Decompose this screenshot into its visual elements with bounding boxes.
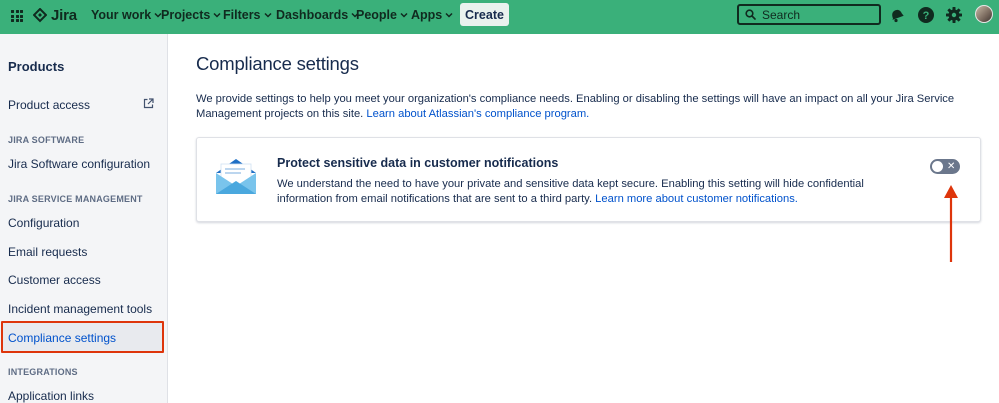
sidebar-item-configuration[interactable]: Configuration [8,216,79,230]
search-box[interactable] [737,4,881,25]
svg-text:?: ? [923,10,930,22]
sidebar-item-incident-management-tools[interactable]: Incident management tools [8,302,152,316]
setting-description: We understand the need to have your priv… [277,177,897,207]
nav-label: Apps [411,8,443,22]
sidebar-item-label: Compliance settings [8,331,117,345]
setting-card: Protect sensitive data in customer notif… [196,137,981,222]
page-title: Compliance settings [196,53,359,74]
sidebar-heading: Products [8,59,65,74]
chevron-down-icon [263,12,272,18]
compliance-program-link[interactable]: Learn about Atlassian's compliance progr… [366,108,589,120]
nav-label: Your work [91,8,152,22]
settings-icon[interactable] [945,6,963,24]
sidebar-item-compliance-settings[interactable]: Compliance settings [1,321,164,353]
sidebar-item-customer-access[interactable]: Customer access [8,273,101,287]
notification-icon[interactable] [888,6,906,24]
chevron-down-icon [213,12,221,18]
search-icon [745,9,756,20]
nav-label: Projects [161,8,211,22]
sidebar: Products Product access JIRA SOFTWARE Ji… [0,34,168,403]
nav-projects[interactable]: Projects [161,8,221,22]
section-jira-service-management: JIRA SERVICE MANAGEMENT [8,194,143,204]
nav-filters[interactable]: Filters [223,8,272,22]
nav-label: People [356,8,397,22]
toggle-off-icon: ✕ [947,161,956,172]
intro-paragraph: We provide settings to help you meet you… [196,92,986,122]
search-input[interactable] [762,7,862,22]
nav-people[interactable]: People [356,8,408,22]
app-switcher-icon[interactable] [11,10,23,22]
logo-text: Jira [51,7,77,24]
chevron-down-icon [400,12,408,18]
top-navigation: Jira Your work Projects Filters Dashboar… [0,0,999,34]
nav-label: Filters [223,8,261,22]
annotation-arrow-icon [944,185,958,262]
section-jira-software: JIRA SOFTWARE [8,135,85,145]
help-icon[interactable]: ? [917,6,935,24]
section-integrations: INTEGRATIONS [8,367,78,377]
toggle-knob [932,161,943,172]
avatar[interactable] [975,5,993,23]
sidebar-item-application-links[interactable]: Application links [8,389,94,403]
jira-logo-icon [33,7,47,22]
create-button[interactable]: Create [460,3,509,26]
setting-title: Protect sensitive data in customer notif… [277,156,559,170]
protect-sensitive-data-toggle[interactable]: ✕ [930,159,960,174]
chevron-down-icon [445,12,453,18]
nav-label: Dashboards [276,8,349,22]
nav-dashboards[interactable]: Dashboards [276,8,359,22]
sidebar-item-email-requests[interactable]: Email requests [8,245,87,259]
nav-apps[interactable]: Apps [411,8,453,22]
customer-notifications-link[interactable]: Learn more about customer notifications. [595,193,798,205]
envelope-illustration-icon [216,159,256,194]
nav-your-work[interactable]: Your work [91,8,162,22]
sidebar-item-product-access[interactable]: Product access [8,98,90,112]
external-link-icon[interactable] [143,98,154,109]
sidebar-item-jira-software-configuration[interactable]: Jira Software configuration [8,157,150,171]
jira-logo[interactable]: Jira [33,7,77,24]
